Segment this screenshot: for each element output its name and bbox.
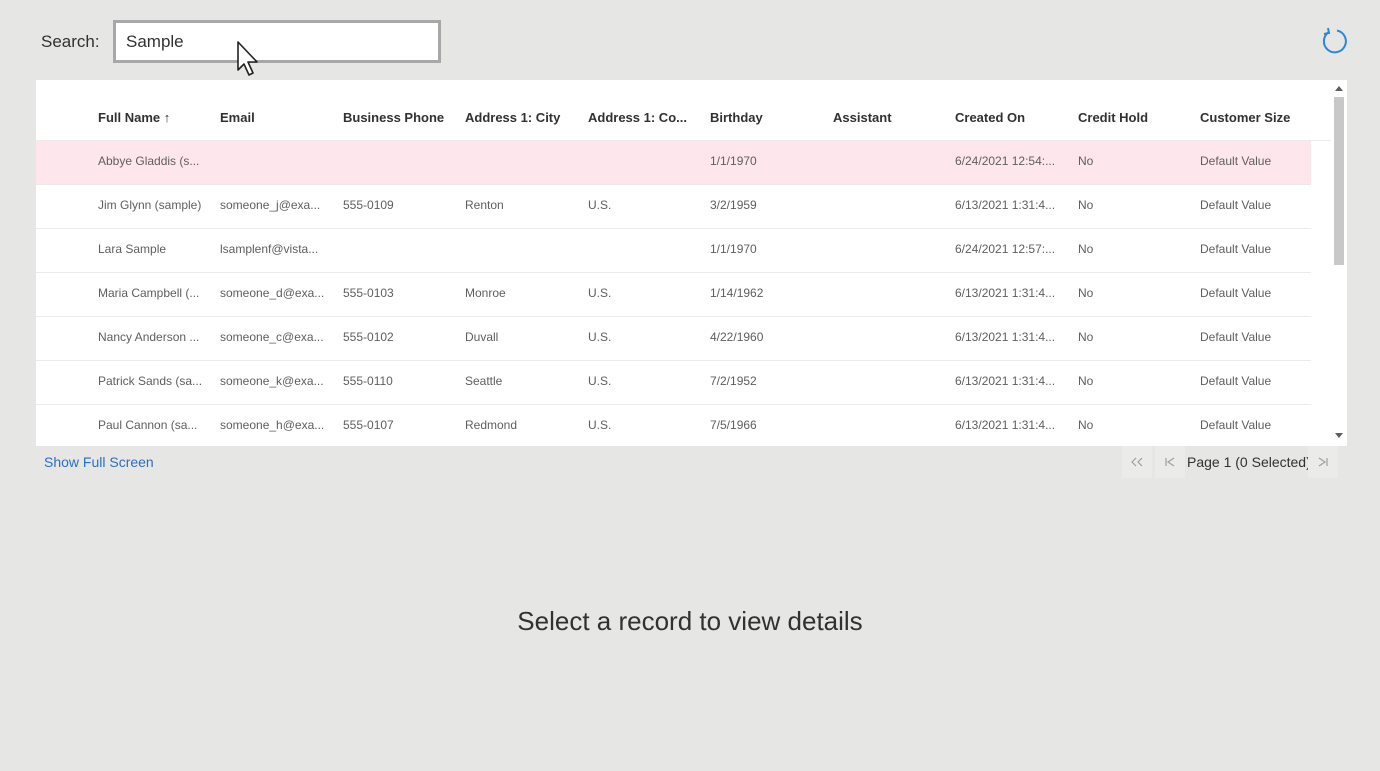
table-cell: Default Value: [1200, 198, 1272, 212]
column-header[interactable]: Customer Size: [1200, 110, 1290, 125]
column-header[interactable]: Business Phone: [343, 110, 444, 125]
table-cell: Paul Cannon (sa...: [98, 418, 198, 432]
table-cell: No: [1078, 330, 1094, 344]
table-cell: Default Value: [1200, 418, 1272, 432]
table-cell: someone_c@exa...: [220, 330, 324, 344]
column-header[interactable]: Credit Hold: [1078, 110, 1148, 125]
column-header[interactable]: Email: [220, 110, 255, 125]
table-cell: 555-0109: [343, 198, 394, 212]
table-cell: Seattle: [465, 374, 503, 388]
table-cell: No: [1078, 198, 1094, 212]
table-cell: 1/1/1970: [710, 154, 757, 168]
table-cell: 555-0110: [343, 374, 393, 388]
grid-header: Full Name ↑ Email Business Phone Address 1:…: [36, 80, 1331, 141]
records-grid: Full Name ↑ Email Business Phone Address 1:…: [36, 80, 1347, 446]
next-page-icon[interactable]: [1308, 446, 1338, 478]
table-cell: Default Value: [1200, 286, 1272, 300]
vertical-scrollbar[interactable]: [1331, 80, 1347, 446]
table-cell: lsamplenf@vista...: [220, 242, 319, 256]
column-header[interactable]: Address 1: Co...: [588, 110, 687, 125]
table-cell: No: [1078, 418, 1094, 432]
table-cell: 6/13/2021 1:31:4...: [955, 330, 1056, 344]
table-row[interactable]: Paul Cannon (sa... someone_h@exa... 555-01…: [36, 405, 1311, 446]
table-cell: Default Value: [1200, 154, 1272, 168]
table-cell: U.S.: [588, 198, 612, 212]
table-cell: Default Value: [1200, 330, 1272, 344]
column-header[interactable]: Assistant: [833, 110, 892, 125]
table-cell: No: [1078, 242, 1094, 256]
table-cell: 6/24/2021 12:54:...: [955, 154, 1056, 168]
table-cell: U.S.: [588, 286, 612, 300]
show-full-screen-link[interactable]: Show Full Screen: [44, 454, 154, 470]
previous-page-icon[interactable]: [1155, 446, 1185, 478]
table-cell: 6/13/2021 1:31:4...: [955, 286, 1056, 300]
column-header[interactable]: Address 1: City: [465, 110, 560, 125]
table-cell: 1/14/1962: [710, 286, 764, 300]
scrollbar-thumb[interactable]: [1334, 97, 1344, 265]
table-row[interactable]: Lara Sample lsamplenf@vista... 1/1/1970 6/2…: [36, 229, 1311, 273]
table-cell: 6/13/2021 1:31:4...: [955, 418, 1056, 432]
refresh-icon[interactable]: [1320, 26, 1348, 54]
column-header[interactable]: Created On: [955, 110, 1025, 125]
table-cell: 555-0103: [343, 286, 394, 300]
search-input[interactable]: [113, 20, 441, 63]
table-cell: 6/24/2021 12:57:...: [955, 242, 1056, 256]
first-page-icon[interactable]: [1122, 446, 1152, 478]
search-label: Search:: [41, 32, 100, 51]
page-indicator: Page 1 (0 Selected): [1187, 454, 1311, 470]
table-cell: Default Value: [1200, 374, 1272, 388]
table-cell: 4/22/1960: [710, 330, 764, 344]
table-cell: 555-0102: [343, 330, 394, 344]
table-cell: 555-0107: [343, 418, 394, 432]
table-cell: U.S.: [588, 374, 612, 388]
table-row[interactable]: Patrick Sands (sa... someone_k@exa... 555-…: [36, 361, 1311, 405]
table-cell: U.S.: [588, 330, 612, 344]
table-cell: No: [1078, 374, 1094, 388]
detail-empty-message: Select a record to view details: [517, 606, 863, 636]
table-cell: Duvall: [465, 330, 499, 344]
table-cell: someone_k@exa...: [220, 374, 324, 388]
grid-body: Abbye Gladdis (s... 1/1/1970 6/24/2021 12:…: [36, 141, 1311, 446]
table-row[interactable]: Maria Campbell (... someone_d@exa... 555-0…: [36, 273, 1311, 317]
scroll-up-icon[interactable]: [1335, 86, 1343, 91]
table-cell: someone_d@exa...: [220, 286, 325, 300]
table-row[interactable]: Abbye Gladdis (s... 1/1/1970 6/24/2021 12:…: [36, 141, 1311, 185]
table-cell: Jim Glynn (sample): [98, 198, 202, 212]
table-cell: Monroe: [465, 286, 506, 300]
table-cell: 7/5/1966: [710, 418, 757, 432]
table-cell: No: [1078, 286, 1094, 300]
table-cell: Abbye Gladdis (s...: [98, 154, 200, 168]
table-cell: Maria Campbell (...: [98, 286, 200, 300]
table-cell: 3/2/1959: [710, 198, 757, 212]
table-cell: someone_j@exa...: [220, 198, 321, 212]
column-header[interactable]: Birthday: [710, 110, 763, 125]
table-cell: 1/1/1970: [710, 242, 757, 256]
scroll-down-icon[interactable]: [1335, 433, 1343, 438]
table-cell: 6/13/2021 1:31:4...: [955, 198, 1056, 212]
table-cell: Lara Sample: [98, 242, 167, 256]
column-header[interactable]: Full Name ↑: [98, 110, 170, 125]
table-cell: U.S.: [588, 418, 612, 432]
table-cell: someone_h@exa...: [220, 418, 325, 432]
table-row[interactable]: Nancy Anderson ... someone_c@exa... 555-01…: [36, 317, 1311, 361]
table-cell: Default Value: [1200, 242, 1272, 256]
table-cell: No: [1078, 154, 1094, 168]
table-cell: 7/2/1952: [710, 374, 757, 388]
table-cell: Patrick Sands (sa...: [98, 374, 203, 388]
table-cell: Nancy Anderson ...: [98, 330, 200, 344]
table-cell: 6/13/2021 1:31:4...: [955, 374, 1056, 388]
table-cell: Redmond: [465, 418, 518, 432]
table-row[interactable]: Jim Glynn (sample) someone_j@exa... 555-01…: [36, 185, 1311, 229]
table-cell: Renton: [465, 198, 504, 212]
